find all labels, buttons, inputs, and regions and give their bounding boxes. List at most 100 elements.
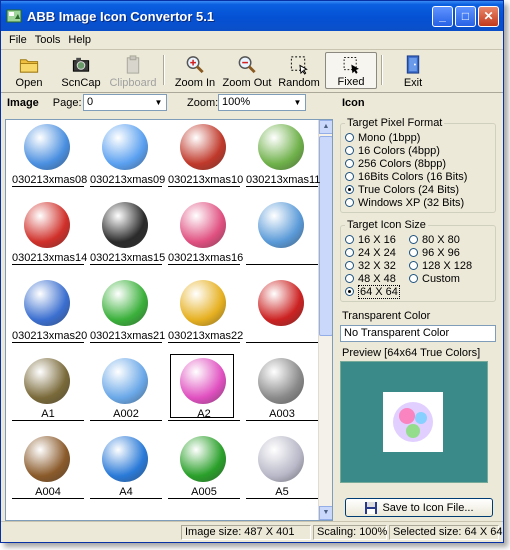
bubbles-icon: [393, 402, 433, 442]
image-icon: [258, 202, 304, 248]
icon-size-option[interactable]: 16 X 16: [345, 233, 409, 246]
folder-icon: [19, 59, 39, 73]
maximize-button[interactable]: □: [455, 5, 476, 27]
gallery-caption: A005: [191, 486, 217, 498]
page-select[interactable]: 0 ▼: [83, 94, 167, 111]
gallery-item[interactable]: A003: [246, 356, 318, 432]
icon-size-label: 32 X 32: [358, 259, 396, 272]
zoom-in-label: Zoom In: [174, 77, 216, 89]
fixed-select-icon: [343, 57, 359, 74]
minimize-button[interactable]: _: [432, 5, 453, 27]
close-button[interactable]: ✕: [478, 5, 499, 27]
gallery-item[interactable]: A004: [12, 434, 84, 510]
save-icon-button[interactable]: Save to Icon File...: [345, 498, 493, 517]
scroll-down-button[interactable]: ▼: [319, 506, 332, 520]
radio-button-icon: [409, 248, 418, 257]
gallery-item[interactable]: A002: [90, 356, 162, 432]
icon-size-option[interactable]: 64 X 64: [345, 284, 409, 299]
gallery-item[interactable]: 030213xmas21: [90, 278, 165, 354]
gallery-item[interactable]: 030213xmas11: [246, 122, 321, 198]
icon-size-label: Custom: [422, 272, 460, 285]
caption-underline: [246, 420, 318, 421]
scroll-up-button[interactable]: ▲: [319, 120, 332, 134]
folder-icon: [102, 124, 148, 170]
icon-size-option[interactable]: 80 X 80: [409, 233, 473, 246]
clipboard-button[interactable]: Clipboard: [107, 52, 159, 89]
fixed-button[interactable]: Fixed: [325, 52, 377, 89]
icon-size-option[interactable]: 48 X 48: [345, 272, 409, 285]
gallery-caption: A002: [113, 408, 139, 420]
gallery-item[interactable]: [246, 278, 318, 354]
pixel-format-legend: Target Pixel Format: [347, 117, 443, 129]
menu-tools[interactable]: Tools: [31, 34, 65, 46]
gallery-item[interactable]: A4: [90, 434, 162, 510]
finder-icon: [24, 124, 70, 170]
zoom-select[interactable]: 100% ▼: [218, 94, 306, 111]
radio-button-icon: [409, 235, 418, 244]
caption-underline: [12, 264, 84, 265]
house-icon: [24, 436, 70, 482]
pixel-format-option[interactable]: 256 Colors (8bpp): [345, 157, 491, 170]
gallery-caption: A004: [35, 486, 61, 498]
gallery-item[interactable]: A5: [246, 434, 318, 510]
santa-icon: [258, 280, 304, 326]
gallery-caption: 030213xmas11: [246, 174, 321, 186]
icon-size-label: 80 X 80: [422, 233, 460, 246]
pixel-format-label: 256 Colors (8bpp): [358, 157, 447, 170]
gallery-caption: 030213xmas15: [90, 252, 166, 264]
image-gallery[interactable]: ▲ ▼ 030213xmas08 030213xmas09 030213xmas10…: [5, 119, 333, 521]
gallery-caption: 030213xmas20: [12, 330, 88, 342]
icon-size-option[interactable]: 32 X 32: [345, 259, 409, 272]
gallery-scrollbar[interactable]: ▲ ▼: [318, 120, 332, 520]
menu-file[interactable]: File: [5, 34, 31, 46]
gallery-item[interactable]: [246, 200, 318, 276]
gallery-item[interactable]: 030213xmas20: [12, 278, 88, 354]
scncap-button[interactable]: ScnCap: [55, 52, 107, 89]
caption-underline: [246, 498, 318, 499]
radio-button-icon: [345, 235, 354, 244]
pixel-format-option[interactable]: 16Bits Colors (16 Bits): [345, 170, 491, 183]
gallery-item[interactable]: 030213xmas16: [168, 200, 244, 276]
pixel-format-option[interactable]: True Colors (24 Bits): [345, 183, 491, 196]
caption-underline: [168, 342, 240, 343]
title-bar[interactable]: ABB Image Icon Convertor 5.1 _ □ ✕: [1, 1, 503, 31]
exit-button[interactable]: Exit: [387, 52, 439, 89]
transparent-color-field[interactable]: No Transparent Color: [340, 325, 496, 342]
chevron-down-icon: ▼: [154, 98, 163, 107]
icon-size-option[interactable]: 96 X 96: [409, 246, 473, 259]
gallery-item[interactable]: A1: [12, 356, 84, 432]
pixel-format-option[interactable]: 16 Colors (4bpp): [345, 144, 491, 157]
pixel-format-option[interactable]: Mono (1bpp): [345, 131, 491, 144]
zoom-in-button[interactable]: Zoom In: [169, 52, 221, 89]
icon-size-option[interactable]: 24 X 24: [345, 246, 409, 259]
gallery-item[interactable]: 030213xmas08: [12, 122, 87, 198]
open-button[interactable]: Open: [3, 52, 55, 89]
icon-heading: Icon: [342, 97, 365, 109]
caption-underline: [12, 342, 84, 343]
preview-label: Preview [64x64 True Colors]: [342, 347, 481, 359]
icon-size-option[interactable]: Custom: [409, 272, 473, 285]
icon-preview: [340, 361, 488, 483]
floppy-disk-icon: [365, 501, 378, 514]
gallery-item[interactable]: 030213xmas14: [12, 200, 87, 276]
gallery-item[interactable]: A2: [168, 354, 240, 432]
pixel-format-option[interactable]: Windows XP (32 Bits): [345, 196, 491, 209]
gallery-item[interactable]: 030213xmas09: [90, 122, 165, 198]
radio-button-icon: [345, 248, 354, 257]
random-button[interactable]: Random: [273, 52, 325, 89]
zoom-out-button[interactable]: Zoom Out: [221, 52, 273, 89]
chevron-down-icon: ▼: [293, 98, 302, 107]
menu-help[interactable]: Help: [64, 34, 95, 46]
caption-underline: [12, 420, 84, 421]
radio-button-icon: [409, 261, 418, 270]
status-selected-size: Selected size: 64 X 64: [389, 524, 502, 540]
page-label: Page:: [52, 97, 82, 109]
icon-size-option[interactable]: 128 X 128: [409, 259, 473, 272]
preview-image: [383, 392, 443, 452]
gallery-item[interactable]: 030213xmas15: [90, 200, 166, 276]
gallery-item[interactable]: 030213xmas10: [168, 122, 243, 198]
gallery-item[interactable]: 030213xmas22: [168, 278, 243, 354]
scroll-thumb[interactable]: [319, 136, 332, 336]
gallery-caption: 030213xmas16: [168, 252, 244, 264]
gallery-item[interactable]: A005: [168, 434, 240, 510]
